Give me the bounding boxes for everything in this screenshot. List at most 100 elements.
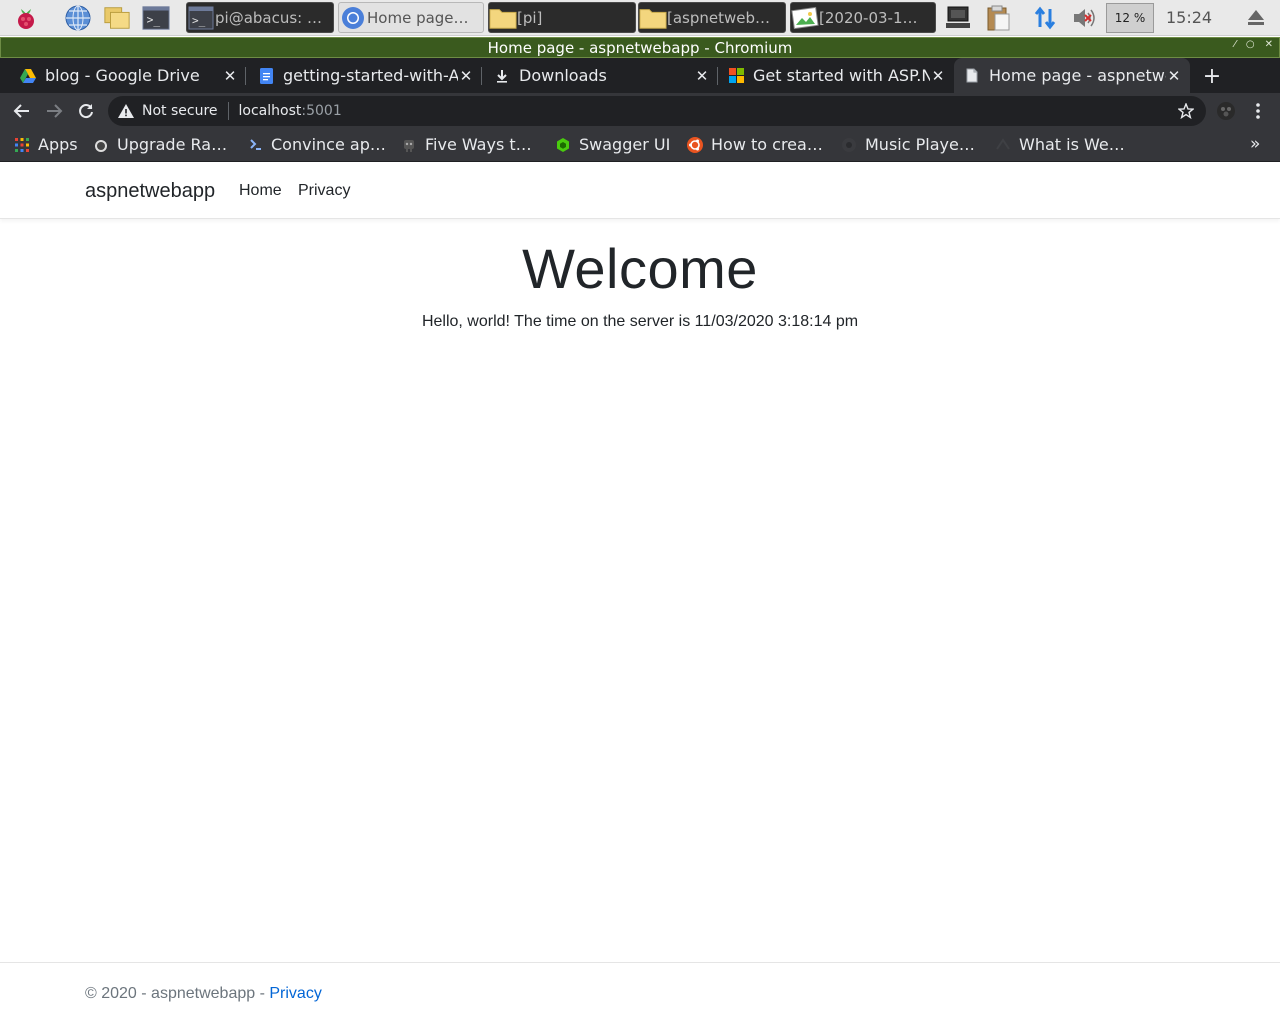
clipboard-icon[interactable] <box>984 4 1012 32</box>
microsoft-icon <box>728 68 744 84</box>
nav-link-home[interactable]: Home <box>239 182 282 200</box>
site-footer: © 2020 - aspnetwebapp - Privacy <box>0 962 1280 1024</box>
bookmark-label: Swagger UI <box>579 135 671 154</box>
task-folder-aspnetwebapp[interactable]: [aspnetweb… <box>638 2 786 33</box>
bookmark-how-to-create[interactable]: How to crea… <box>687 135 823 154</box>
window-title: Home page - aspnetwebapp - Chromium <box>487 38 793 57</box>
footer-privacy-link[interactable]: Privacy <box>269 985 321 1002</box>
task-label: [pi] <box>517 8 543 27</box>
task-folder-pi[interactable]: [pi] <box>488 2 636 33</box>
forward-button[interactable] <box>40 97 68 125</box>
ubuntu-icon <box>687 136 703 153</box>
terminal-icon: >_ <box>187 4 215 32</box>
bookmark-star-button[interactable] <box>1172 97 1200 125</box>
bookmarks-overflow-button[interactable]: » <box>1250 134 1260 154</box>
tab-close-icon[interactable]: ✕ <box>222 67 238 85</box>
folder-icon <box>639 4 667 32</box>
footer-copyright: © 2020 - aspnetwebapp - <box>85 985 270 1002</box>
tab-title: blog - Google Drive <box>45 66 200 85</box>
tab-home-page[interactable]: Home page - aspnetwebapp ✕ <box>954 58 1190 93</box>
bookmark-apps[interactable]: Apps <box>14 135 78 154</box>
raspberry-menu-icon[interactable] <box>12 4 40 32</box>
task-label: Home page… <box>367 8 469 27</box>
task-label: pi@abacus: … <box>215 8 322 27</box>
maximize-icon[interactable]: ○ <box>1246 39 1255 50</box>
bookmark-swagger-ui[interactable]: Swagger UI <box>555 135 670 154</box>
task-terminal[interactable]: >_ pi@abacus: … <box>186 2 334 33</box>
close-window-icon[interactable]: ✕ <box>1265 39 1273 50</box>
bookmark-label: Upgrade Ra… <box>117 135 228 154</box>
tab-downloads[interactable]: Downloads ✕ <box>482 58 718 93</box>
bookmark-upgrade-raspberry[interactable]: Upgrade Ra… <box>93 135 227 154</box>
tab-close-icon[interactable]: ✕ <box>694 67 710 85</box>
music-icon <box>841 137 857 153</box>
bookmark-favicon-icon <box>247 137 263 153</box>
download-icon <box>494 68 510 84</box>
clock[interactable]: 15:24 <box>1166 8 1212 27</box>
bookmark-music-player[interactable]: Music Playe… <box>841 135 975 154</box>
svg-text:>_: >_ <box>147 14 161 27</box>
task-chromium[interactable]: Home page… <box>338 2 484 33</box>
footer-text: © 2020 - aspnetwebapp - Privacy <box>85 985 322 1003</box>
avatar-icon <box>1217 102 1235 120</box>
window-titlebar[interactable]: Home page - aspnetwebapp - Chromium ⁄ ○ … <box>0 37 1280 58</box>
tab-title: Home page - aspnetwebapp <box>989 66 1166 85</box>
bookmark-label: What is We… <box>1019 135 1125 154</box>
nav-link-privacy[interactable]: Privacy <box>298 182 350 200</box>
page-viewport: aspnetwebapp Home Privacy Welcome Hello,… <box>0 162 1280 1024</box>
address-bar[interactable]: Not secure localhost:5001 <box>108 96 1206 126</box>
google-drive-icon <box>20 68 36 84</box>
svg-text:>_: >_ <box>192 14 206 27</box>
bookmark-label: Apps <box>38 135 78 154</box>
kebab-menu-icon <box>1256 103 1260 119</box>
warning-icon <box>118 104 134 118</box>
terminal-launcher-icon[interactable]: >_ <box>142 4 170 32</box>
tab-get-started-aspnet[interactable]: Get started with ASP.NET ✕ <box>718 58 954 93</box>
double-chevron-right-icon: » <box>1250 134 1261 154</box>
eject-icon[interactable] <box>1242 4 1270 32</box>
tab-title: Get started with ASP.NET <box>753 66 930 85</box>
network-monitor-icon[interactable] <box>944 4 972 32</box>
minimize-icon[interactable]: ⁄ <box>1234 39 1236 50</box>
task-image-viewer[interactable]: [2020-03-1… <box>790 2 936 33</box>
web-browser-launcher-icon[interactable] <box>64 4 92 32</box>
bookmark-label: Five Ways t… <box>425 135 532 154</box>
profile-button[interactable] <box>1212 97 1240 125</box>
bookmark-what-is-web[interactable]: What is We… <box>995 135 1125 154</box>
bookmark-label: Music Playe… <box>865 135 975 154</box>
bookmark-label: Convince ap… <box>271 135 386 154</box>
apps-grid-icon <box>14 137 30 153</box>
file-manager-launcher-icon[interactable] <box>103 4 131 32</box>
server-time-message: Hello, world! The time on the server is … <box>421 313 859 330</box>
arrow-left-icon <box>13 104 29 118</box>
bookmark-five-ways[interactable]: Five Ways t… <box>401 135 532 154</box>
swagger-icon <box>555 137 571 153</box>
folder-icon <box>489 4 517 32</box>
star-icon <box>1178 103 1194 119</box>
page-heading: Welcome <box>522 237 758 300</box>
reload-button[interactable] <box>72 97 100 125</box>
network-transfer-icon[interactable] <box>1031 4 1059 32</box>
site-info-button[interactable]: Not secure <box>118 103 218 119</box>
task-label: [aspnetweb… <box>667 8 771 27</box>
back-button[interactable] <box>8 97 36 125</box>
tab-close-icon[interactable]: ✕ <box>1166 67 1182 85</box>
cpu-usage-monitor[interactable]: 12 % <box>1106 3 1154 33</box>
tab-close-icon[interactable]: ✕ <box>458 67 474 85</box>
tab-google-drive[interactable]: blog - Google Drive ✕ <box>0 58 246 93</box>
new-tab-button[interactable]: + <box>1198 62 1226 90</box>
web-icon <box>995 137 1011 153</box>
site-brand-link[interactable]: aspnetwebapp <box>85 180 215 203</box>
os-taskbar: >_ >_ pi@abacus: … Home page… [pi] [aspn… <box>0 0 1280 36</box>
tab-close-icon[interactable]: ✕ <box>930 67 946 85</box>
reload-icon <box>79 104 93 119</box>
bookmark-convince[interactable]: Convince ap… <box>247 135 386 154</box>
tab-getting-started-doc[interactable]: getting-started-with-ASP ✕ <box>246 58 482 93</box>
image-viewer-icon <box>791 4 819 32</box>
volume-muted-icon[interactable] <box>1071 4 1099 32</box>
url-port: :5001 <box>301 103 342 119</box>
page-icon <box>964 68 980 84</box>
google-docs-icon <box>258 67 274 84</box>
chrome-menu-button[interactable] <box>1244 97 1272 125</box>
arrow-right-icon <box>47 104 63 118</box>
